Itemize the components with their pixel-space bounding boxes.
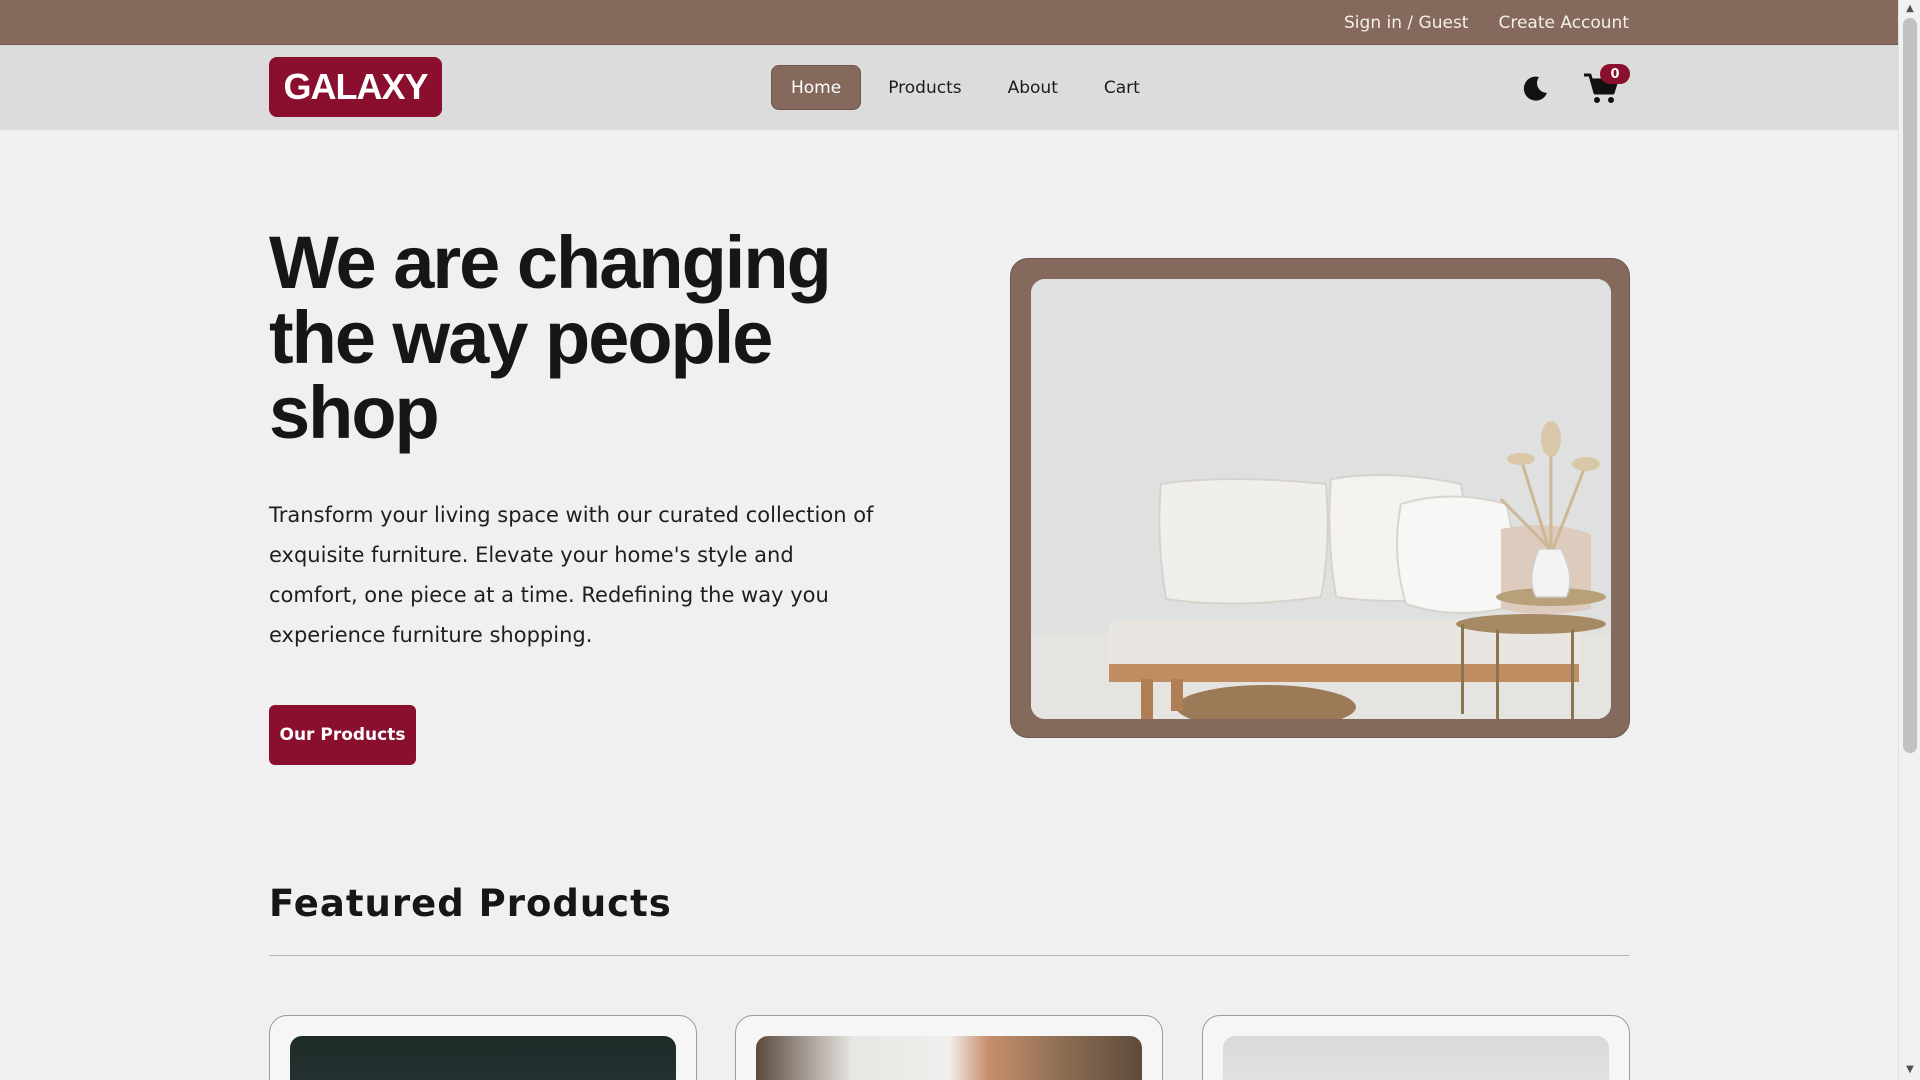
product-image [1223, 1036, 1609, 1080]
signin-link[interactable]: Sign in / Guest [1344, 13, 1468, 33]
product-card[interactable] [735, 1015, 1163, 1080]
scroll-down-icon[interactable]: ▼ [1904, 1064, 1916, 1076]
hero-image-frame [1010, 258, 1630, 738]
featured-products-heading: Featured Products [269, 882, 672, 925]
nav-home[interactable]: Home [771, 65, 862, 110]
hero-sofa-image [1031, 279, 1611, 719]
product-card[interactable] [1202, 1015, 1630, 1080]
nav-links: Home Products About Cart [771, 65, 1159, 110]
hero-description: Transform your living space with our cur… [269, 503, 874, 647]
nav-products[interactable]: Products [869, 65, 980, 110]
cart-count-badge: 0 [1600, 64, 1630, 84]
nav-cart[interactable]: Cart [1085, 65, 1159, 110]
product-card[interactable] [269, 1015, 697, 1080]
moon-icon[interactable] [1520, 73, 1550, 103]
scrollbar-thumb[interactable] [1903, 18, 1917, 753]
product-image [290, 1036, 676, 1080]
our-products-button[interactable]: Our Products [269, 705, 416, 765]
account-links: Sign in / Guest Create Account [1344, 0, 1629, 45]
page-scrollbar[interactable]: ▲ ▼ [1898, 0, 1920, 1080]
scroll-up-icon[interactable]: ▲ [1904, 3, 1916, 15]
main-navbar: GALAXY Home Products About Cart 0 [0, 45, 1898, 130]
nav-about[interactable]: About [989, 65, 1077, 110]
brand-logo[interactable]: GALAXY [269, 57, 442, 117]
hero-title: We are changing the way people shop [269, 221, 832, 454]
top-bar: Sign in / Guest Create Account [0, 0, 1898, 45]
section-divider [269, 955, 1630, 956]
product-image [756, 1036, 1142, 1080]
create-account-link[interactable]: Create Account [1498, 13, 1629, 33]
